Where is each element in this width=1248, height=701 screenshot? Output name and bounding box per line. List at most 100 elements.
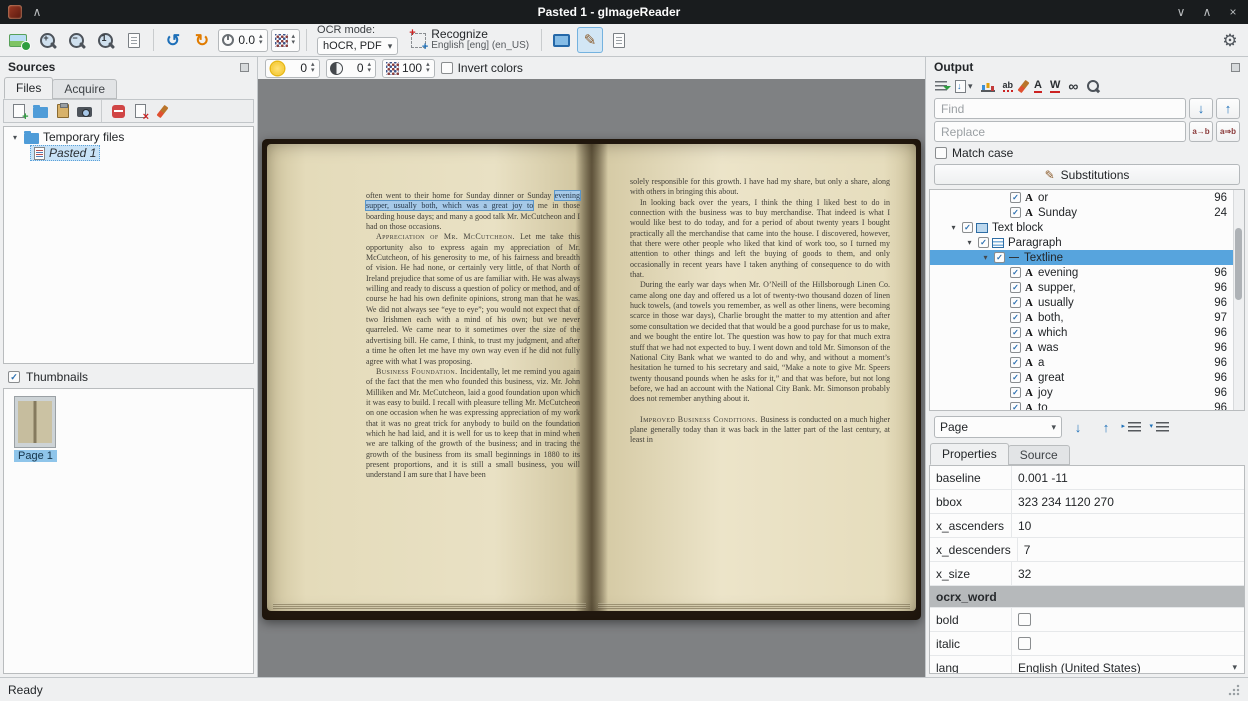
item-checkbox[interactable]: ✓	[1010, 267, 1021, 278]
tab-properties[interactable]: Properties	[930, 443, 1009, 465]
detach-sources-icon[interactable]	[240, 63, 249, 72]
prev-lowconf-word-button[interactable]: A	[1034, 78, 1042, 94]
find-prev-button[interactable]: ↑	[1216, 98, 1240, 119]
settings-button[interactable]: ⚙	[1217, 27, 1243, 53]
expander-icon[interactable]: ▾	[964, 238, 975, 247]
clear-sources-button[interactable]	[154, 103, 171, 120]
thumbnails-checkbox[interactable]: ✓	[8, 371, 20, 383]
append-mode-button[interactable]	[935, 78, 947, 94]
tree-item-sunday[interactable]: ✓ASunday24	[930, 205, 1244, 220]
tree-item-a[interactable]: ✓Aa96	[930, 355, 1244, 370]
item-checkbox[interactable]: ✓	[1010, 282, 1021, 293]
match-case-checkbox[interactable]	[935, 147, 947, 159]
spin-arrows-icon[interactable]: ▴▾	[310, 62, 316, 74]
tree-item-supper-[interactable]: ✓Asupper,96	[930, 280, 1244, 295]
item-checkbox[interactable]: ✓	[962, 222, 973, 233]
tab-acquire[interactable]: Acquire	[52, 79, 117, 99]
tab-files[interactable]: Files	[4, 77, 53, 99]
expander-icon[interactable]: ▾	[980, 253, 991, 262]
paste-button[interactable]	[54, 103, 71, 120]
item-checkbox[interactable]: ✓	[1010, 297, 1021, 308]
rotation-spinbox[interactable]: 0.0 ▴▾	[218, 29, 268, 52]
display-output-button[interactable]	[548, 27, 574, 53]
scanned-book-image[interactable]: often went to their home for Sunday dinn…	[262, 139, 921, 620]
rotate-cw-button[interactable]: ↻	[189, 27, 215, 53]
minimize-button[interactable]: ∨	[1174, 6, 1188, 18]
tree-item-to[interactable]: ✓Ato96	[930, 400, 1244, 411]
new-document-button[interactable]	[606, 27, 632, 53]
item-checkbox[interactable]: ✓	[1010, 402, 1021, 411]
delete-source-button[interactable]	[132, 103, 149, 120]
find-input[interactable]	[934, 98, 1186, 119]
expander-icon[interactable]: ▾	[948, 223, 959, 232]
tree-item-text-block[interactable]: ▾✓Text block	[930, 220, 1244, 235]
property-value[interactable]	[1012, 608, 1244, 631]
spin-arrows-icon[interactable]: ▴▾	[258, 34, 264, 46]
link-pages-button[interactable]: ∞	[1068, 78, 1078, 94]
item-checkbox[interactable]: ✓	[1010, 342, 1021, 353]
tree-item-great[interactable]: ✓Agreat96	[930, 370, 1244, 385]
replace-input[interactable]	[934, 121, 1186, 142]
keep-above-icon[interactable]: ∧	[30, 6, 44, 18]
tree-item-textline[interactable]: ▾✓—Textline	[930, 250, 1244, 265]
item-checkbox[interactable]: ✓	[1010, 207, 1021, 218]
maximize-button[interactable]: ∧	[1200, 6, 1214, 18]
substitutions-button[interactable]: ✎ Substitutions	[934, 164, 1240, 185]
scrollbar-handle[interactable]	[1235, 228, 1242, 300]
document-canvas[interactable]: often went to their home for Sunday dinn…	[258, 79, 925, 677]
page-layout-spinbox[interactable]: ▴▾	[271, 29, 301, 52]
detach-output-icon[interactable]	[1231, 63, 1240, 72]
prev-item-button[interactable]: ↑	[1094, 416, 1118, 438]
tree-item-joy[interactable]: ✓Ajoy96	[930, 385, 1244, 400]
zoom-in-button[interactable]: +	[34, 27, 60, 53]
contrast-spinbox[interactable]: 0 ▴▾	[326, 59, 377, 78]
zoom-fit-button[interactable]	[121, 27, 147, 53]
show-sources-button[interactable]	[5, 27, 31, 53]
property-value[interactable]: 32	[1012, 562, 1244, 585]
item-checkbox[interactable]: ✓	[1010, 387, 1021, 398]
tree-item-paragraph[interactable]: ▾✓Paragraph	[930, 235, 1244, 250]
property-checkbox[interactable]	[1018, 637, 1031, 650]
save-output-button[interactable]: ▾	[955, 78, 973, 94]
thumbnail-image[interactable]	[14, 396, 56, 448]
item-checkbox[interactable]: ✓	[1010, 312, 1021, 323]
strip-linebreaks-button[interactable]	[1021, 78, 1026, 94]
add-images-button[interactable]	[10, 103, 27, 120]
collapse-all-button[interactable]	[1150, 416, 1174, 438]
resolution-spinbox[interactable]: 100 ▴▾	[382, 59, 435, 78]
screenshot-button[interactable]	[76, 103, 93, 120]
brightness-spinbox[interactable]: 0 ▴▾	[265, 59, 320, 78]
property-value[interactable]: 0.001 -11	[1012, 466, 1244, 489]
spin-arrows-icon[interactable]: ▴▾	[425, 62, 431, 74]
ocr-mode-select[interactable]: hOCR, PDF ▾	[317, 37, 398, 55]
expander-icon[interactable]: ▾	[10, 133, 20, 142]
open-folder-button[interactable]	[32, 103, 49, 120]
tree-item-evening[interactable]: ✓Aevening96	[930, 265, 1244, 280]
thumbnail-page-1[interactable]: Page 1	[14, 396, 243, 462]
item-checkbox[interactable]: ✓	[1010, 192, 1021, 203]
tree-item-or[interactable]: ✓Aor96	[930, 190, 1244, 205]
spin-arrows-icon[interactable]: ▴▾	[367, 62, 373, 74]
next-item-button[interactable]: ↓	[1066, 416, 1090, 438]
page-mode-select[interactable]: Page ▾	[934, 416, 1062, 438]
remove-source-button[interactable]	[110, 103, 127, 120]
item-checkbox[interactable]: ✓	[994, 252, 1005, 263]
resize-grip[interactable]	[1227, 683, 1240, 696]
property-value[interactable]: 7	[1018, 538, 1244, 561]
replace-all-button[interactable]: a⇒b	[1216, 121, 1240, 142]
item-checkbox[interactable]: ✓	[978, 237, 989, 248]
edit-hocr-button[interactable]: ✎	[577, 27, 603, 53]
property-checkbox[interactable]	[1018, 613, 1031, 626]
spellcheck-button[interactable]: ab	[1003, 78, 1014, 94]
zoom-out-button[interactable]: −	[63, 27, 89, 53]
invert-colors-checkbox[interactable]	[441, 62, 453, 74]
expand-all-button[interactable]	[1122, 416, 1146, 438]
tree-item-usually[interactable]: ✓Ausually96	[930, 295, 1244, 310]
toggle-wconf-button[interactable]: W	[1050, 78, 1060, 94]
tree-file-pasted-1[interactable]: Pasted 1	[30, 145, 100, 161]
item-checkbox[interactable]: ✓	[1010, 357, 1021, 368]
property-value[interactable]	[1012, 632, 1244, 655]
tab-source[interactable]: Source	[1008, 445, 1070, 465]
recognize-button[interactable]: Recognize English [eng] (en_US)	[405, 27, 535, 53]
close-button[interactable]: ×	[1226, 6, 1240, 18]
